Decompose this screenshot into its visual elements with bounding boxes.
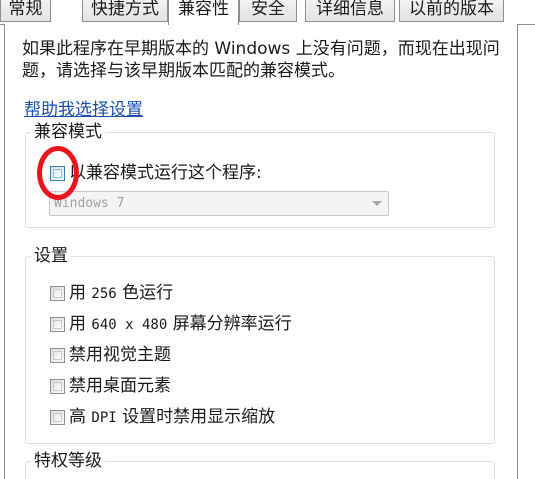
intro-text: 如果此程序在早期版本的 Windows 上没有问题，而现在出现问题，请选择与该早… bbox=[22, 39, 500, 81]
checkbox-box[interactable] bbox=[50, 316, 65, 332]
checkbox-box[interactable] bbox=[50, 285, 65, 301]
checkbox-box[interactable] bbox=[50, 165, 65, 181]
checkbox-label: 用 640 x 480 屏幕分辨率运行 bbox=[69, 313, 292, 334]
checkbox-label: 禁用视觉主题 bbox=[69, 345, 171, 365]
os-version-dropdown: Windows 7 bbox=[49, 191, 389, 216]
run-in-compat-mode-checkbox[interactable]: 以兼容模式运行这个程序: bbox=[50, 162, 262, 184]
help-choose-settings-link[interactable]: 帮助我选择设置 bbox=[24, 99, 143, 121]
tab-compatibility[interactable]: 兼容性 bbox=[168, 0, 239, 25]
disable-dpi-scaling-checkbox[interactable]: 高 DPI 设置时禁用显示缩放 bbox=[50, 406, 275, 428]
disable-desktop-composition-checkbox[interactable]: 禁用桌面元素 bbox=[50, 375, 171, 397]
checkbox-box[interactable] bbox=[50, 378, 65, 394]
checkbox-label: 以兼容模式运行这个程序: bbox=[69, 163, 262, 183]
checkbox-box[interactable] bbox=[50, 347, 65, 363]
chevron-down-icon bbox=[372, 201, 382, 206]
tab-security[interactable]: 安全 bbox=[239, 0, 297, 22]
compat-mode-title: 兼容模式 bbox=[31, 122, 105, 142]
disable-visual-themes-checkbox[interactable]: 禁用视觉主题 bbox=[50, 344, 171, 366]
tab-shortcut[interactable]: 快捷方式 bbox=[82, 0, 168, 22]
tab-strip: 常规 快捷方式 兼容性 安全 详细信息 以前的版本 bbox=[0, 0, 535, 25]
checkbox-label: 用 256 色运行 bbox=[69, 282, 174, 303]
run-256-colors-checkbox[interactable]: 用 256 色运行 bbox=[50, 282, 173, 304]
checkbox-label: 高 DPI 设置时禁用显示缩放 bbox=[69, 406, 276, 427]
checkbox-label: 禁用桌面元素 bbox=[69, 376, 171, 396]
tab-details[interactable]: 详细信息 bbox=[305, 0, 395, 22]
privilege-level-title: 特权等级 bbox=[31, 451, 105, 471]
tab-general[interactable]: 常规 bbox=[0, 0, 51, 22]
settings-title: 设置 bbox=[31, 246, 71, 266]
dropdown-value: Windows 7 bbox=[54, 196, 125, 211]
tab-previous-versions[interactable]: 以前的版本 bbox=[399, 0, 504, 22]
run-640x480-checkbox[interactable]: 用 640 x 480 屏幕分辨率运行 bbox=[50, 313, 292, 335]
checkbox-box[interactable] bbox=[50, 409, 65, 425]
